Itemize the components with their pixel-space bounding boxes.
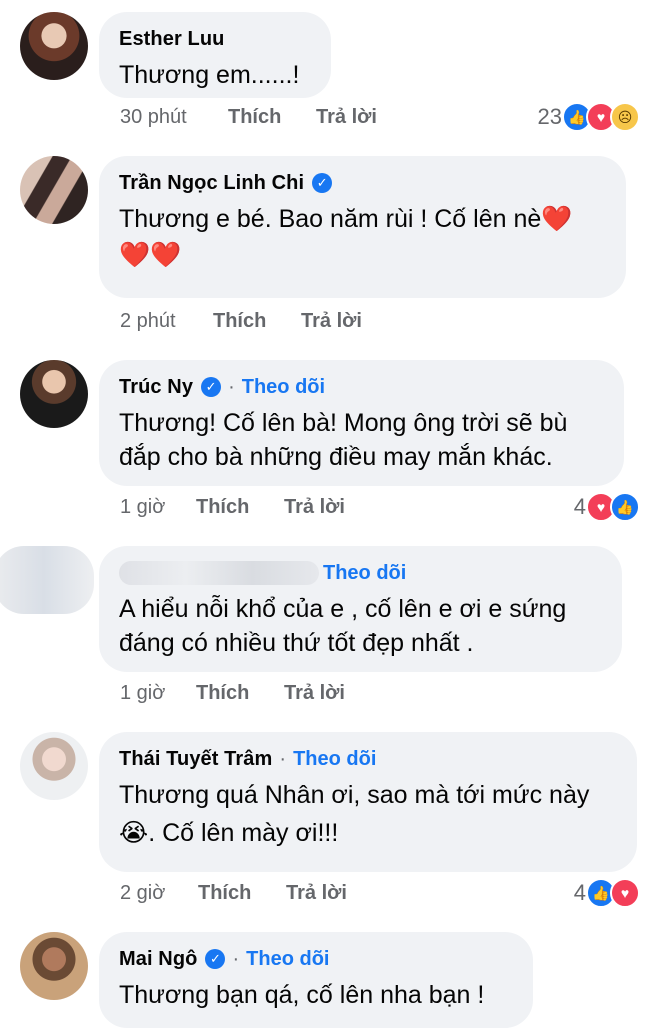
avatar[interactable] [20,360,88,428]
reply-button[interactable]: Trả lời [284,682,345,705]
comment-bubble: Esther Luu Thương em......! [99,12,331,98]
comment-text: Thương em......! [119,61,300,89]
reaction-summary[interactable]: 4 ♥ 👍 [574,492,640,522]
comment-text: A hiểu nỗi khổ của e , cố lên e ơi e sứn… [119,595,567,623]
like-reaction-icon: 👍 [610,492,640,522]
comment-text-line-2: đáng có nhiều thứ tốt đẹp nhất . [119,629,474,657]
comment-text: Thương e bé. Bao năm rùi ! Cố lên nè❤️ [119,205,573,233]
comment-text: Thương! Cố lên bà! Mong ông trời sẽ bù [119,409,568,437]
comment-actions: 30 phút Thích Trả lời [120,106,377,129]
like-button[interactable]: Thích [196,496,284,519]
follow-button[interactable]: Theo dõi [323,562,406,585]
comment-actions: 2 phút Thích Trả lời [120,310,362,333]
commenter-name[interactable]: Mai Ngô [119,948,197,971]
follow-button[interactable]: Theo dõi [246,948,329,971]
avatar[interactable] [0,546,94,614]
reaction-count: 4 [573,494,586,519]
avatar[interactable] [20,732,88,800]
like-button[interactable]: Thích [228,106,316,129]
comment-bubble: Trần Ngọc Linh Chi ✓ Thương e bé. Bao nă… [99,156,626,298]
reply-button[interactable]: Trả lời [284,496,345,519]
comment-bubble: Thái Tuyết Trâm · Theo dõi Thương quá Nh… [99,732,637,872]
commenter-name[interactable]: Esther Luu [119,28,224,51]
blurred-commenter-name [119,561,319,585]
comment-text-line-2: đắp cho bà những điều may mắn khác. [119,443,553,471]
like-button[interactable]: Thích [196,682,284,705]
comment-text: Thương quá Nhân ơi, sao mà tới mức này [119,781,590,809]
follow-button[interactable]: Theo dõi [242,376,325,399]
reaction-count: 4 [573,880,586,905]
reaction-summary[interactable]: 23 👍 ♥ ☹ [538,102,640,132]
commenter-name[interactable]: Trúc Ny [119,376,193,399]
commenter-name[interactable]: Thái Tuyết Trâm [119,748,272,771]
avatar[interactable] [20,12,88,80]
reply-button[interactable]: Trả lời [301,310,362,333]
comment-time[interactable]: 2 phút [120,310,213,333]
reaction-count: 23 [537,104,562,129]
comment-time[interactable]: 30 phút [120,106,228,129]
verified-badge-icon: ✓ [205,949,226,969]
reaction-summary[interactable]: 4 👍 ♥ [574,878,640,908]
comment-bubble: Theo dõi A hiểu nỗi khổ của e , cố lên e… [99,546,622,672]
like-button[interactable]: Thích [198,882,286,905]
verified-badge-icon: ✓ [312,173,333,193]
comment-time[interactable]: 1 giờ [120,496,196,519]
reply-button[interactable]: Trả lời [286,882,347,905]
comment-text-line-2: ❤️❤️ [119,241,182,269]
comment-bubble: Mai Ngô ✓ · Theo dõi Thương bạn qá, cố l… [99,932,533,1028]
comment-time[interactable]: 1 giờ [120,682,196,705]
comment-actions: 2 giờ Thích Trả lời [120,882,347,905]
verified-badge-icon: ✓ [201,377,222,397]
commenter-name[interactable]: Trần Ngọc Linh Chi [119,172,304,195]
comment-actions: 1 giờ Thích Trả lời [120,496,345,519]
comment-text-line-2: 😭. Cố lên mày ơi!!! [119,819,339,847]
avatar[interactable] [20,156,88,224]
comment-actions: 1 giờ Thích Trả lời [120,682,345,705]
comment-bubble: Trúc Ny ✓ · Theo dõi Thương! Cố lên bà! … [99,360,624,486]
love-reaction-icon: ♥ [610,878,640,908]
avatar[interactable] [20,932,88,1000]
like-button[interactable]: Thích [213,310,301,333]
follow-button[interactable]: Theo dõi [293,748,376,771]
sad-reaction-icon: ☹ [610,102,640,132]
comment-text: Thương bạn qá, cố lên nha bạn ! [119,981,485,1009]
comment-time[interactable]: 2 giờ [120,882,198,905]
reply-button[interactable]: Trả lời [316,106,377,129]
